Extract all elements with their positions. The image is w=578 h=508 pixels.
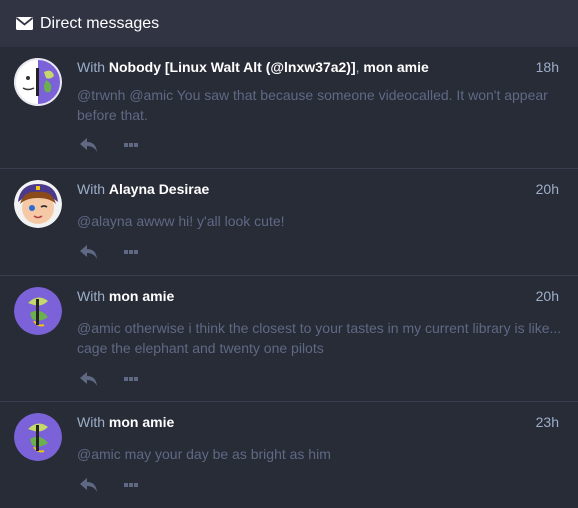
with-label: With bbox=[77, 181, 105, 197]
conversation-item[interactable]: With mon amie 23h @amic may your day be … bbox=[0, 402, 578, 508]
reply-button[interactable] bbox=[78, 136, 100, 154]
with-label: With bbox=[77, 414, 105, 430]
more-button[interactable] bbox=[120, 136, 142, 154]
timestamp[interactable]: 20h bbox=[536, 180, 559, 198]
timestamp[interactable]: 20h bbox=[536, 287, 559, 305]
avatar[interactable] bbox=[14, 180, 62, 228]
reply-icon bbox=[80, 372, 97, 386]
timestamp[interactable]: 18h bbox=[536, 58, 559, 76]
column-title: Direct messages bbox=[40, 14, 160, 32]
participant-name[interactable]: mon amie bbox=[363, 59, 428, 75]
message-preview[interactable]: @amic otherwise i think the closest to y… bbox=[77, 318, 562, 358]
ellipsis-icon bbox=[124, 377, 138, 381]
conversation-item[interactable]: With Alayna Desirae 20h @alayna awww hi!… bbox=[0, 169, 578, 276]
with-label: With bbox=[77, 288, 105, 304]
participant-separator: , bbox=[355, 59, 360, 75]
participant-name[interactable]: mon amie bbox=[109, 288, 174, 304]
message-preview[interactable]: @alayna awww hi! y'all look cute! bbox=[77, 211, 562, 231]
conversation-item[interactable]: With mon amie 20h @amic otherwise i thin… bbox=[0, 276, 578, 402]
with-label: With bbox=[77, 59, 105, 75]
reply-button[interactable] bbox=[78, 243, 100, 261]
reply-icon bbox=[80, 245, 97, 259]
more-button[interactable] bbox=[120, 370, 142, 388]
avatar[interactable] bbox=[14, 413, 62, 461]
reply-icon bbox=[80, 138, 97, 152]
ellipsis-icon bbox=[124, 143, 138, 147]
avatar[interactable] bbox=[14, 287, 62, 335]
participant-name[interactable]: Alayna Desirae bbox=[109, 181, 209, 197]
reply-button[interactable] bbox=[78, 476, 100, 494]
reply-icon bbox=[80, 478, 97, 492]
timestamp[interactable]: 23h bbox=[536, 413, 559, 431]
message-preview[interactable]: @trwnh @amic You saw that because someon… bbox=[77, 85, 562, 125]
more-button[interactable] bbox=[120, 243, 142, 261]
envelope-icon bbox=[16, 17, 34, 31]
reply-button[interactable] bbox=[78, 370, 100, 388]
message-preview[interactable]: @amic may your day be as bright as him bbox=[77, 444, 562, 464]
ellipsis-icon bbox=[124, 483, 138, 487]
ellipsis-icon bbox=[124, 250, 138, 254]
avatar[interactable] bbox=[14, 58, 62, 106]
column-header: Direct messages bbox=[0, 0, 578, 47]
more-button[interactable] bbox=[120, 476, 142, 494]
participant-name[interactable]: Nobody [Linux Walt Alt (@lnxw37a2)] bbox=[109, 59, 356, 75]
conversation-item[interactable]: With Nobody [Linux Walt Alt (@lnxw37a2)]… bbox=[0, 47, 578, 169]
participant-name[interactable]: mon amie bbox=[109, 414, 174, 430]
